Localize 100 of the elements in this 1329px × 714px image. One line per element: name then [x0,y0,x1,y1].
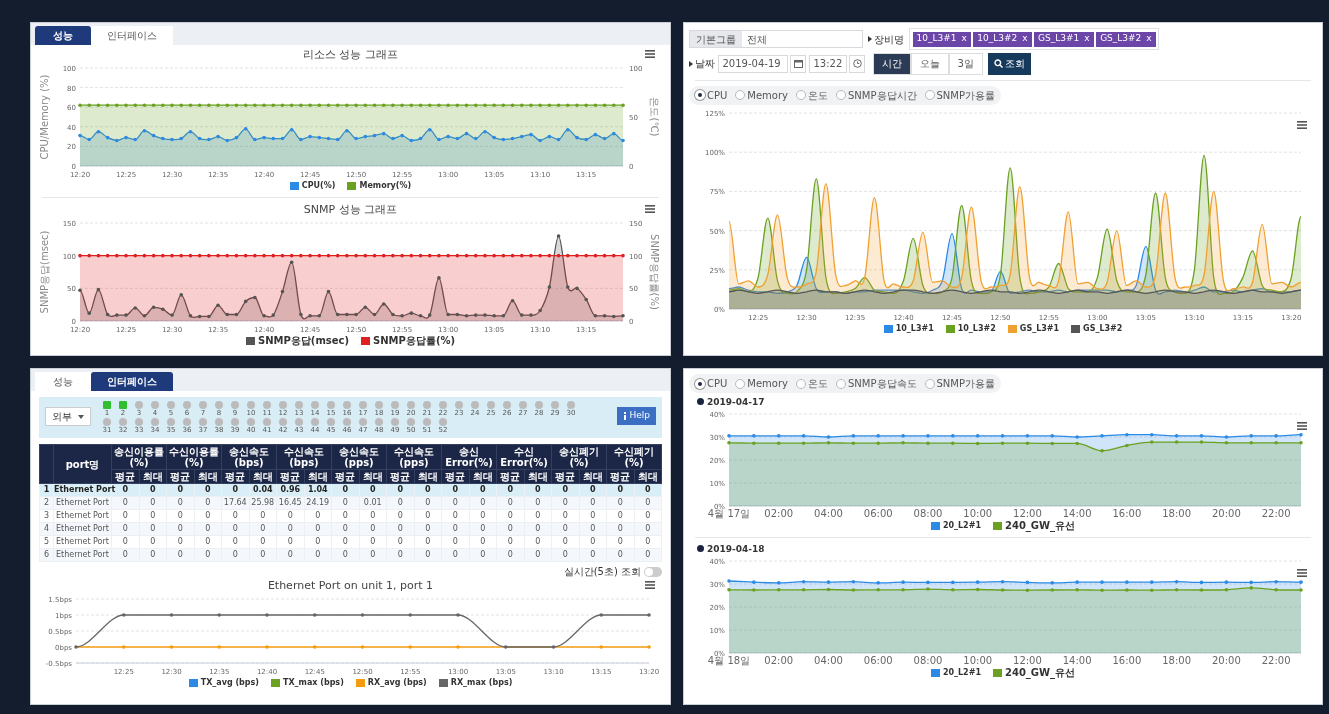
device-tag[interactable]: 10_L3#2 x [973,31,1032,47]
table-cell: 0 [386,535,414,549]
radio-label[interactable]: 온도 [808,376,828,391]
field-label: 날짜 [695,57,715,71]
table-row[interactable]: 3 Ethernet Port 0 0 0 0 0 0 0 0 0 0 0 0 0 0 0 0 0 0 0 0 [39,509,662,523]
table-cell: 0 [221,509,249,523]
x-tick-label: 16:00 [1112,654,1142,666]
remove-button[interactable]: x [1146,32,1152,46]
radio-label[interactable]: 온도 [808,87,828,103]
x-tick-label: 18:00 [1162,654,1192,666]
table-cell: 0 [276,509,304,523]
date-field[interactable]: 2019-04-19 [717,54,788,73]
table-cell: 0 [524,535,552,549]
column-header: 송신이용률(%) [111,444,167,470]
group-field[interactable]: 기본그룹 전체 [689,30,863,48]
x-tick-label: 12:00 [1013,507,1042,519]
table-row[interactable]: 4 Ethernet Port 0 0 0 0 0 0 0 0 0 0 0 0 0 0 0 0 0 0 0 0 [39,522,662,536]
table-cell: 0 [579,509,607,523]
radio-label[interactable]: SNMP가용률 [936,87,995,103]
table-cell: 0 [276,535,304,549]
table-cell: 0 [221,535,249,549]
table-cell: 0 [194,496,222,510]
table-row[interactable]: 1 Ethernet Port 0 0 0 0 0 0.04 0.96 1.04 0 0 0 0 0 0 0 0 0 0 0 0 [39,483,662,497]
table-cell: 0 [194,522,222,536]
legend-label: 240_GW_유선 [1004,666,1076,679]
x-tick-label: 20:00 [1212,507,1241,519]
chart-date: 2019-04-18 [707,542,765,555]
tab[interactable]: 인터페이스 [91,372,173,391]
table-cell: 0 [524,496,552,510]
time-field[interactable]: 13:22 [808,54,847,73]
radio-label[interactable]: Memory [747,87,788,103]
period-button[interactable]: 3일 [948,52,983,75]
table-cell: 0 [496,496,524,510]
table-cell: 0 [606,496,634,510]
table-cell: 0 [194,535,222,549]
radio-label[interactable]: SNMP가용률 [936,376,995,391]
table-cell: 0 [166,496,194,510]
table-cell: 0 [634,509,662,523]
column-header: 수신Error(%) [496,444,552,470]
legend-label: TX_max (bps) [282,677,344,689]
table-cell: 0 [139,535,167,549]
x-tick-label: 08:00 [913,507,943,519]
device-tag[interactable]: GS_L3#1 x [1034,31,1094,47]
device-tag[interactable]: 10_L3#1 x [912,31,971,47]
legend-label: 10_L3#2 [957,323,996,335]
table-row[interactable]: 6 Ethernet Port 0 0 0 0 0 0 0 0 0 0 0 0 0 0 0 0 0 0 0 0 [39,548,662,562]
legend-label: RX_avg (bps) [367,677,427,689]
chart-title: 리소스 성능 그래프 [302,47,399,62]
y-axis-label: SNMP응답(msec) [39,230,50,313]
period-button[interactable]: 시간 [872,52,911,75]
field-label: 기본그룹 [690,31,742,47]
x-tick-label: 14:00 [1062,654,1092,666]
legend-label: SNMP응답(msec) [257,334,350,347]
table-cell: 0 [634,535,662,549]
period-button[interactable]: 오늘 [910,52,949,75]
table-cell: Ethernet Port [53,535,112,549]
legend-label: RX_max (bps) [450,677,513,689]
table-row[interactable]: 5 Ethernet Port 0 0 0 0 0 0 0 0 0 0 0 0 0 0 0 0 0 0 0 0 [39,535,662,549]
chart-title: Ethernet Port on unit 1, port 1 [266,579,435,593]
field-value: 전체 [747,32,767,47]
table-cell: 0 [111,509,139,523]
table-cell: 0 [386,509,414,523]
table-cell: 0 [249,509,277,523]
tab[interactable]: 성능 [35,372,91,391]
help-button[interactable]: Help [617,407,656,425]
tab[interactable]: 성능 [35,26,91,45]
search-button[interactable]: 조회 [987,52,1031,75]
legend-label: 240_GW_유선 [1004,519,1076,532]
remove-button[interactable]: x [961,32,967,46]
radio-label[interactable]: CPU [707,87,728,103]
radio-label[interactable]: SNMP응답속도 [848,376,917,391]
x-tick-label: 10:00 [963,654,993,666]
remove-button[interactable]: x [1022,32,1028,46]
table-cell: 0 [359,509,387,523]
remove-button[interactable]: x [1084,32,1090,46]
y-axis-label: 온도(℃) [649,97,660,136]
table-cell: 0 [359,535,387,549]
table-cell: 16.45 [276,496,304,510]
table-cell: 5 [39,535,54,549]
x-tick-label: 16:00 [1112,507,1142,519]
scope-select[interactable]: 외부 [45,407,91,426]
table-row[interactable]: 2 Ethernet Port 0 0 0 0 17.64 25.98 16.45 24.19 0 0.01 0 0 0 0 0 0 0 0 0 0 [39,496,662,510]
table-cell: 0 [414,535,442,549]
legend-label: GS_L3#2 [1083,323,1123,335]
x-tick-label: 06:00 [863,654,893,666]
field-label: 장비명 [874,32,904,47]
table-cell: 0 [441,509,469,523]
tab[interactable]: 인터페이스 [91,26,173,45]
legend-label: TX_avg (bps) [200,677,259,689]
table-cell: 0 [304,535,332,549]
radio-label[interactable]: CPU [707,376,728,391]
table-cell: 0 [249,535,277,549]
radio-label[interactable]: Memory [747,376,788,391]
chart-title: SNMP 성능 그래프 [302,202,399,217]
table-cell: 0 [469,535,497,549]
x-tick-label: 20:00 [1212,654,1241,666]
x-tick-label: 08:00 [913,654,943,666]
radio-label[interactable]: SNMP응답시간 [848,87,917,103]
column-header: 송신폐기(%) [551,444,607,470]
device-tag[interactable]: GS_L3#2 x [1096,31,1156,47]
